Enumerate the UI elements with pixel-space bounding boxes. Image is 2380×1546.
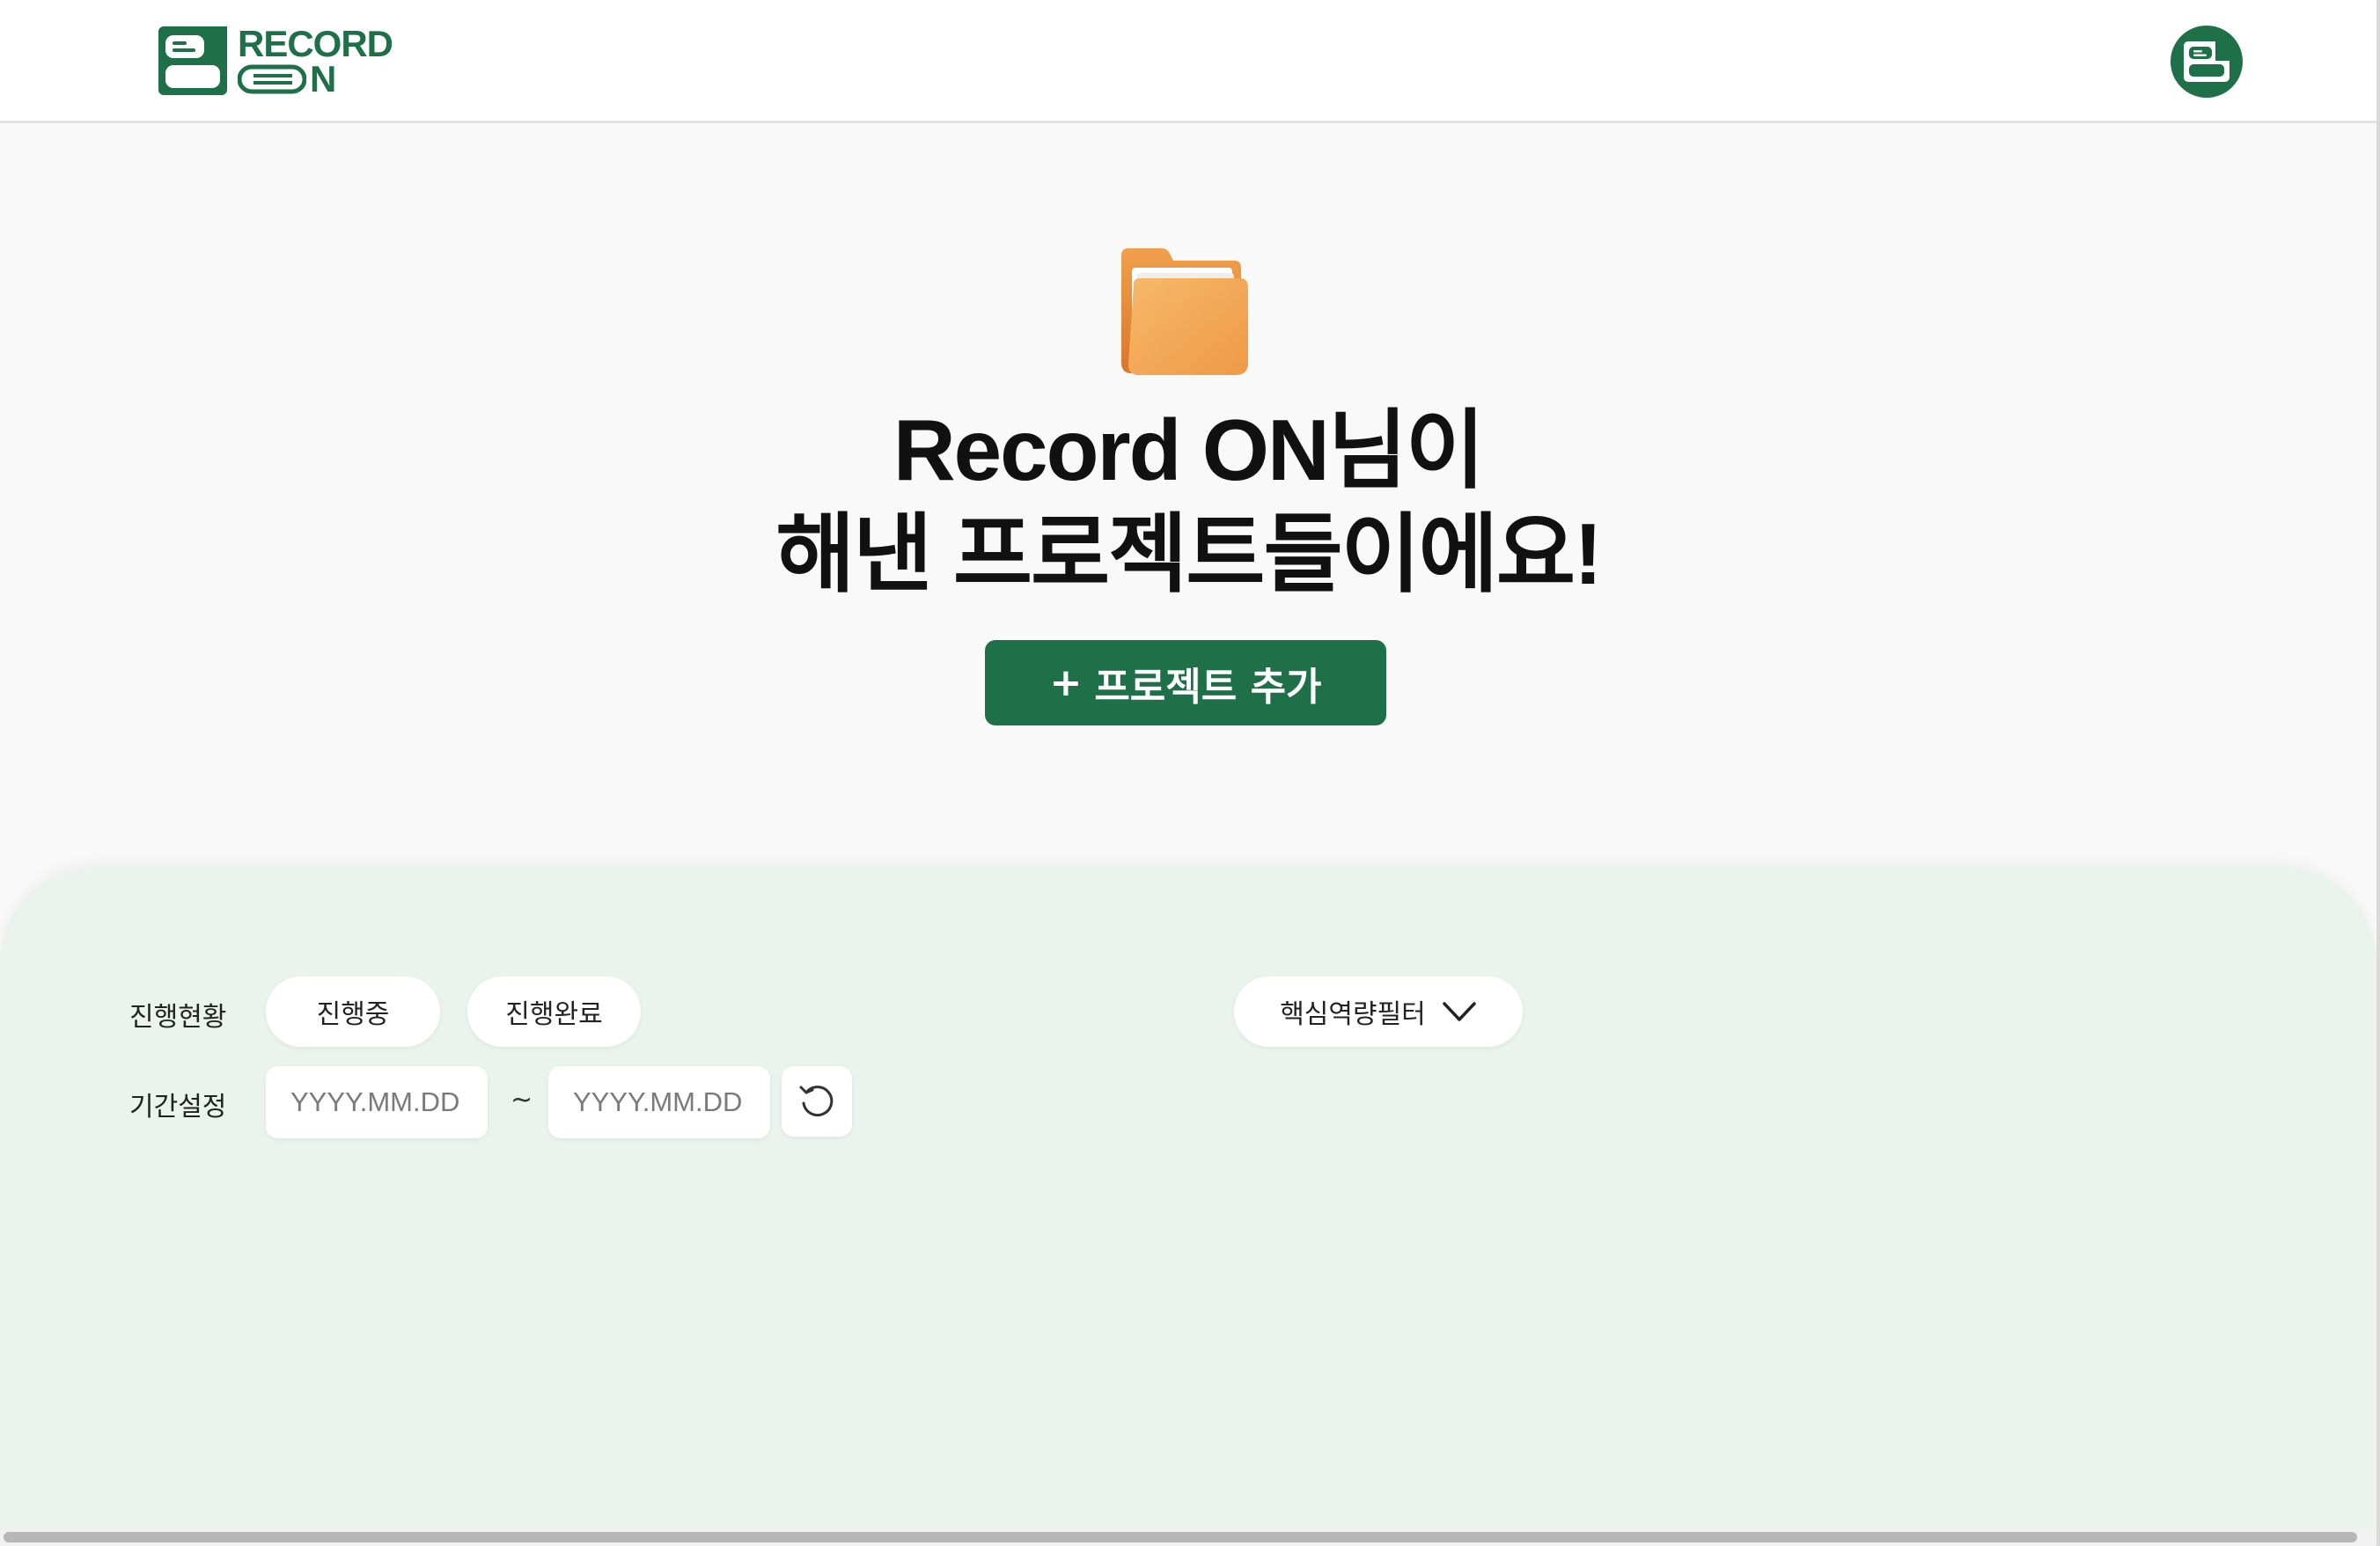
- top-header: RECORD N: [0, 0, 2376, 123]
- reset-dates-button[interactable]: [782, 1066, 852, 1137]
- profile-avatar-icon: [2184, 41, 2229, 82]
- competency-filter-dropdown[interactable]: 핵심역량필터: [1234, 976, 1523, 1047]
- logo[interactable]: RECORD N: [157, 25, 403, 100]
- profile-avatar-button[interactable]: [2171, 26, 2243, 98]
- folder-icon: [1121, 248, 1248, 375]
- record-on-logo-icon: [158, 26, 227, 95]
- horizontal-scrollbar[interactable]: [0, 1528, 2376, 1546]
- logo-text-line2: N: [238, 61, 393, 98]
- competency-filter-label: 핵심역량필터: [1280, 999, 1426, 1030]
- logo-text-line1: RECORD: [238, 23, 393, 64]
- page: RECORD N Record ON님이 해낸 프로젝트들이에요! + 프로젝트…: [0, 0, 2380, 1546]
- vertical-scrollbar-edge: [2376, 0, 2380, 1546]
- status-completed-button[interactable]: 진행완료: [467, 976, 641, 1047]
- add-project-button[interactable]: + 프로젝트 추가: [985, 640, 1386, 725]
- add-project-label: 프로젝트 추가: [1094, 664, 1322, 710]
- page-title-line1: Record ON님이: [892, 401, 1485, 498]
- logo-pill-icon: [238, 64, 306, 94]
- page-title-line2: 해낸 프로젝트들이에요!: [775, 505, 1602, 602]
- logo-text: RECORD N: [238, 23, 393, 98]
- status-in-progress-button[interactable]: 진행중: [266, 976, 440, 1047]
- chevron-down-icon: [1443, 1002, 1476, 1021]
- horizontal-scrollbar-thumb[interactable]: [4, 1532, 2357, 1542]
- end-date-input[interactable]: [548, 1066, 770, 1138]
- plus-icon: +: [1049, 660, 1083, 705]
- filter-panel: [0, 866, 2376, 1532]
- page-title: Record ON님이 해낸 프로젝트들이에요!: [0, 398, 2376, 606]
- refresh-icon: [799, 1086, 834, 1117]
- period-filter-label: 기간설정: [129, 1092, 227, 1123]
- start-date-input[interactable]: [266, 1066, 488, 1138]
- status-filter-label: 진행현황: [129, 1002, 227, 1033]
- date-range-separator: ~: [511, 1085, 533, 1115]
